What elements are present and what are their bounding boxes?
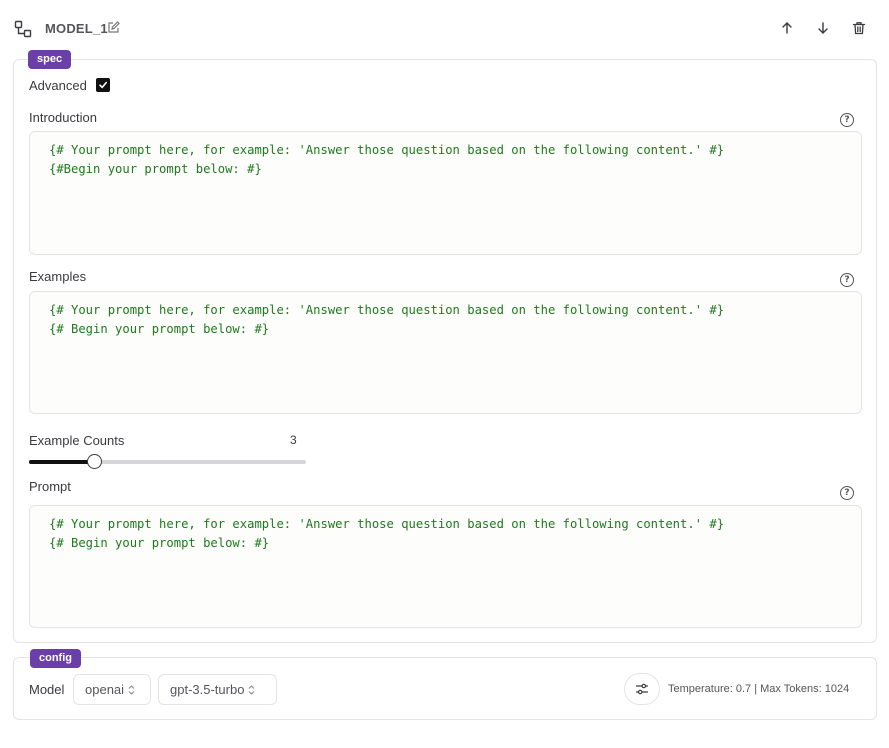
examples-label: Examples bbox=[29, 269, 87, 284]
model-label: Model bbox=[29, 682, 65, 697]
model-info-text: Temperature: 0.7 | Max Tokens: 1024 bbox=[668, 683, 850, 695]
chevron-updown-icon bbox=[128, 684, 135, 695]
check-icon bbox=[99, 81, 107, 89]
example-counts-value: 3 bbox=[290, 433, 297, 447]
provider-value: openai bbox=[85, 682, 125, 697]
prompt-label: Prompt bbox=[29, 479, 71, 494]
edit-icon[interactable] bbox=[107, 21, 120, 34]
slider-fill bbox=[29, 460, 95, 464]
node-header: MODEL_1 bbox=[0, 0, 889, 56]
help-icon[interactable]: ? bbox=[840, 113, 854, 127]
slider-thumb[interactable] bbox=[87, 454, 103, 469]
node-title: MODEL_1 bbox=[45, 21, 108, 36]
workflow-node-icon bbox=[14, 20, 32, 38]
arrow-up-icon bbox=[782, 22, 792, 34]
introduction-label: Introduction bbox=[29, 110, 97, 125]
model-select[interactable]: gpt-3.5-turbo bbox=[158, 674, 277, 705]
help-icon[interactable]: ? bbox=[840, 486, 854, 500]
chevron-updown-icon bbox=[248, 684, 255, 695]
move-down-button[interactable] bbox=[813, 18, 833, 38]
model-value: gpt-3.5-turbo bbox=[170, 682, 245, 697]
trash-icon bbox=[852, 22, 866, 35]
model-settings-button[interactable] bbox=[624, 673, 660, 705]
delete-button[interactable] bbox=[849, 18, 869, 38]
sliders-icon bbox=[635, 683, 649, 695]
help-icon[interactable]: ? bbox=[840, 273, 854, 287]
introduction-editor[interactable]: {# Your prompt here, for example: 'Answe… bbox=[29, 131, 862, 255]
provider-select[interactable]: openai bbox=[73, 674, 151, 705]
move-up-button[interactable] bbox=[777, 18, 797, 38]
example-counts-slider[interactable] bbox=[29, 454, 306, 469]
config-badge: config bbox=[30, 649, 81, 668]
advanced-checkbox[interactable] bbox=[96, 78, 110, 92]
arrow-down-icon bbox=[818, 22, 828, 34]
example-counts-label: Example Counts bbox=[29, 433, 125, 448]
prompt-editor[interactable]: {# Your prompt here, for example: 'Answe… bbox=[29, 505, 862, 628]
spec-badge: spec bbox=[28, 50, 72, 69]
advanced-label: Advanced bbox=[29, 78, 87, 93]
examples-editor[interactable]: {# Your prompt here, for example: 'Answe… bbox=[29, 291, 862, 414]
